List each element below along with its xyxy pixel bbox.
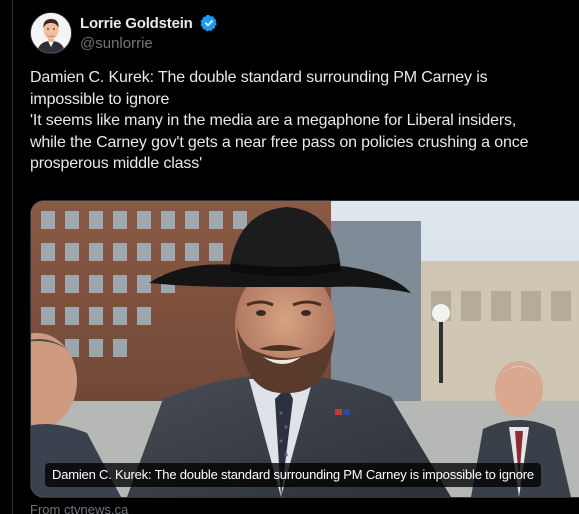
tweet[interactable]: Lorrie Goldstein @sunlorrie Damien C. Ku… <box>13 0 579 514</box>
card-photo <box>31 201 579 497</box>
card-source[interactable]: From ctvnews.ca <box>30 502 128 514</box>
author-names: Lorrie Goldstein @sunlorrie <box>80 14 218 52</box>
author-handle[interactable]: @sunlorrie <box>80 35 218 52</box>
tweet-header: Lorrie Goldstein @sunlorrie <box>30 12 550 56</box>
tweet-text-line: prosperous middle class' <box>30 155 202 172</box>
avatar[interactable] <box>30 12 72 54</box>
link-card[interactable]: Damien C. Kurek: The double standard sur… <box>30 200 579 498</box>
card-caption: Damien C. Kurek: The double standard sur… <box>45 463 541 487</box>
verified-badge-icon[interactable] <box>200 14 218 32</box>
tweet-text-line: impossible to ignore <box>30 90 170 108</box>
tweet-text-line: 'It seems like many in the media are a m… <box>30 112 517 129</box>
tweet-text-line: Damien C. Kurek: The double standard sur… <box>30 69 488 86</box>
author-display-name[interactable]: Lorrie Goldstein <box>80 15 193 32</box>
tweet-text-line: while the Carney gov't gets a near free … <box>30 133 529 151</box>
tweet-text: Damien C. Kurek: The double standard sur… <box>30 67 579 175</box>
